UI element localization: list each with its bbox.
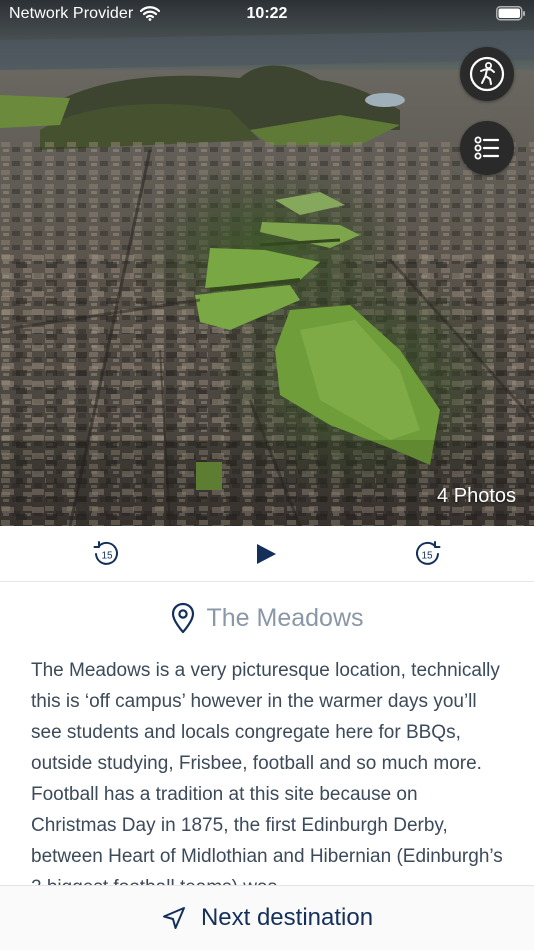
hero-photo[interactable]: Network Provider 10:22 4 Photos [0, 0, 534, 526]
status-bar: Network Provider 10:22 [0, 0, 534, 28]
battery-icon [496, 6, 525, 21]
rewind-15-button[interactable]: 15 [88, 536, 124, 572]
location-pin-icon [172, 602, 195, 634]
location-details: The Meadows The Meadows is a very pictur… [0, 583, 534, 885]
next-destination-button[interactable]: Next destination [0, 885, 534, 950]
forward-seconds: 15 [421, 551, 433, 562]
photo-count-label[interactable]: 4 Photos [437, 485, 516, 508]
location-title-row: The Meadows [0, 600, 534, 636]
clock-time: 10:22 [246, 5, 288, 22]
list-icon [474, 136, 500, 160]
location-title: The Meadows [206, 603, 364, 632]
play-icon [257, 544, 276, 564]
accessibility-button[interactable] [460, 47, 514, 101]
list-button[interactable] [460, 121, 514, 175]
rewind-seconds: 15 [101, 551, 113, 562]
forward-15-button[interactable]: 15 [410, 536, 446, 572]
accessibility-icon [469, 56, 505, 92]
navigation-arrow-icon [162, 907, 185, 929]
next-destination-label: Next destination [200, 904, 374, 931]
aerial-photo-image [0, 0, 534, 526]
audio-controls: 15 15 [0, 526, 534, 582]
forward-15-icon: 15 [416, 541, 441, 565]
rewind-15-icon: 15 [93, 541, 118, 565]
play-button[interactable] [248, 536, 284, 572]
location-description: The Meadows is a very picturesque locati… [31, 660, 503, 885]
app-screen: Network Provider 10:22 4 Photos 15 15 Th… [0, 0, 534, 950]
